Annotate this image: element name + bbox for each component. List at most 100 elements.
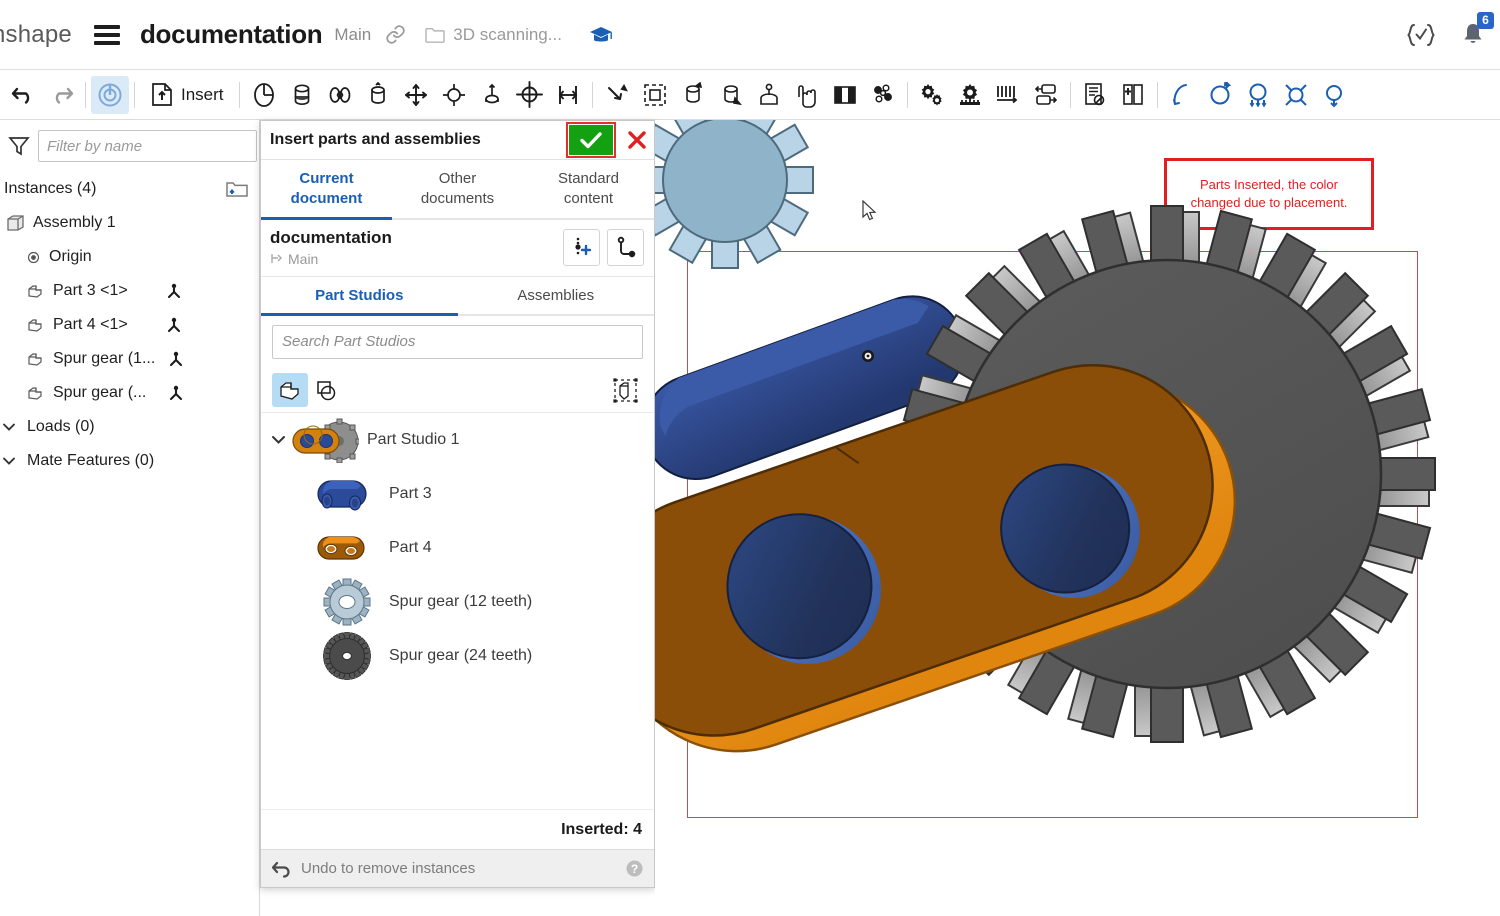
tab-assemblies[interactable]: Assemblies (458, 277, 655, 314)
tree-item-assembly-1[interactable]: Assembly 1 (0, 206, 259, 240)
search-wrapper (261, 316, 654, 369)
tree-item-part-3[interactable]: Part 3 <1> (0, 274, 259, 308)
tangent-mate-icon[interactable] (511, 76, 549, 114)
group-mate-features[interactable]: Mate Features (0) (0, 444, 259, 478)
thumbnail-part-studio (289, 415, 361, 465)
explode-icon[interactable] (864, 76, 902, 114)
gear-relation-icon[interactable] (913, 76, 951, 114)
display-state-icon[interactable] (826, 76, 864, 114)
branch-graph-button[interactable] (607, 228, 644, 266)
notifications[interactable]: 6 (1460, 12, 1494, 48)
measure-icon[interactable] (1163, 76, 1201, 114)
screw-relation-icon[interactable] (989, 76, 1027, 114)
tab-line2: document (290, 190, 363, 208)
parallel-mate-icon[interactable] (473, 76, 511, 114)
document-meta: documentation Main (270, 228, 556, 267)
undo-button[interactable] (4, 76, 42, 114)
bom-icon[interactable] (1076, 76, 1114, 114)
cylindrical-mate-icon[interactable] (283, 76, 321, 114)
mate-connector-button[interactable] (91, 75, 129, 114)
pin-slot-mate-icon[interactable] (397, 76, 435, 114)
fastened-mate-icon[interactable] (549, 76, 587, 114)
tab-current-document[interactable]: Current document (261, 160, 392, 219)
new-folder-icon[interactable] (225, 179, 249, 199)
replicate-icon[interactable] (674, 76, 712, 114)
group-mate-icon[interactable] (598, 76, 636, 114)
accept-button[interactable] (569, 125, 613, 155)
insert-button[interactable]: Insert (140, 76, 234, 114)
onshape-logo[interactable]: nshape (0, 21, 72, 49)
mouse-cursor (862, 200, 878, 222)
mate-connector-icon[interactable] (167, 384, 185, 402)
group-label: Mate Features (0) (27, 452, 155, 469)
section-view-icon[interactable] (1239, 76, 1277, 114)
chevron-down-icon (0, 418, 18, 436)
rack-pinion-icon[interactable] (951, 76, 989, 114)
tab-other-documents[interactable]: Other documents (392, 160, 523, 218)
tree-item-spur-gear-1[interactable]: Spur gear (1... (0, 342, 259, 376)
tree-item-origin[interactable]: Origin (0, 240, 259, 274)
accept-button-highlight (566, 122, 616, 158)
chevron-down-icon[interactable] (267, 430, 289, 449)
revolute-mate-icon[interactable] (245, 76, 283, 114)
list-item-part-4[interactable]: Part 4 (261, 521, 654, 575)
solid-part-filter-button[interactable] (272, 373, 308, 407)
origin-marker (862, 350, 874, 362)
tree-item-spur-gear-2[interactable]: Spur gear (... (0, 376, 259, 410)
redo-button[interactable] (42, 76, 80, 114)
filter-input[interactable] (38, 130, 257, 162)
insert-version-button[interactable] (563, 228, 600, 266)
bounding-box-button[interactable] (607, 373, 643, 407)
tab-part-studios[interactable]: Part Studios (261, 277, 458, 316)
workspace-label[interactable]: Main (334, 25, 371, 45)
cad-model[interactable] (655, 120, 1500, 916)
list-item-part-studio-1[interactable]: Part Studio 1 (261, 413, 654, 467)
graduation-cap-icon[interactable] (588, 24, 614, 46)
undo-arrow-icon[interactable] (271, 860, 291, 878)
list-item-spur-gear-24[interactable]: Spur gear (24 teeth) (261, 629, 654, 683)
mate-connector-icon[interactable] (167, 350, 185, 368)
cancel-button[interactable] (620, 125, 654, 155)
insert-label: Insert (181, 84, 224, 104)
tab-standard-content[interactable]: Standard content (523, 160, 654, 218)
part-icon (26, 350, 45, 369)
planar-mate-icon[interactable] (359, 76, 397, 114)
insert-version-icon (574, 237, 591, 256)
select-box-icon[interactable] (636, 76, 674, 114)
help-icon[interactable]: ? (625, 859, 644, 878)
interference-icon[interactable] (1277, 76, 1315, 114)
funnel-icon[interactable] (8, 135, 30, 157)
featurescript-icon[interactable] (1406, 22, 1436, 48)
3d-viewport[interactable]: Parts Inserted, the color changed due to… (655, 120, 1500, 916)
instances-header-row: Instances (4) (0, 172, 259, 206)
ball-mate-icon[interactable] (435, 76, 473, 114)
page-title[interactable]: documentation (140, 19, 323, 50)
solid-part-icon (279, 381, 299, 400)
filter-bar (261, 369, 654, 413)
mass-properties-icon[interactable] (1201, 76, 1239, 114)
tree-item-part-4[interactable]: Part 4 <1> (0, 308, 259, 342)
tab-line1: Current (299, 170, 354, 187)
slider-mate-icon[interactable] (321, 76, 359, 114)
list-item-spur-gear-12[interactable]: Spur gear (12 teeth) (261, 575, 654, 629)
list-item-part-3[interactable]: Part 3 (261, 467, 654, 521)
list-item-label: Spur gear (12 teeth) (389, 592, 533, 610)
linear-relation-icon[interactable] (1027, 76, 1065, 114)
hamburger-icon[interactable] (93, 24, 120, 45)
composite-part-filter-button[interactable] (308, 373, 344, 407)
spur-gear-12-teeth (655, 120, 814, 269)
move-instance-icon[interactable] (712, 76, 750, 114)
undo-hint-row[interactable]: Undo to remove instances ? (261, 849, 654, 887)
drag-instance-icon[interactable] (788, 76, 826, 114)
part-icon (26, 282, 45, 301)
tree-item-label: Spur gear (1... (53, 350, 156, 367)
link-icon[interactable] (385, 24, 406, 45)
mate-connector-icon[interactable] (165, 282, 183, 300)
folder-breadcrumb[interactable]: 3D scanning... (424, 25, 562, 45)
search-input[interactable] (272, 324, 643, 359)
collapse-icon[interactable] (1315, 76, 1353, 114)
mate-connector-icon[interactable] (165, 316, 183, 334)
transform-icon[interactable] (750, 76, 788, 114)
insert-feature-icon[interactable] (1114, 76, 1152, 114)
group-loads[interactable]: Loads (0) (0, 410, 259, 444)
